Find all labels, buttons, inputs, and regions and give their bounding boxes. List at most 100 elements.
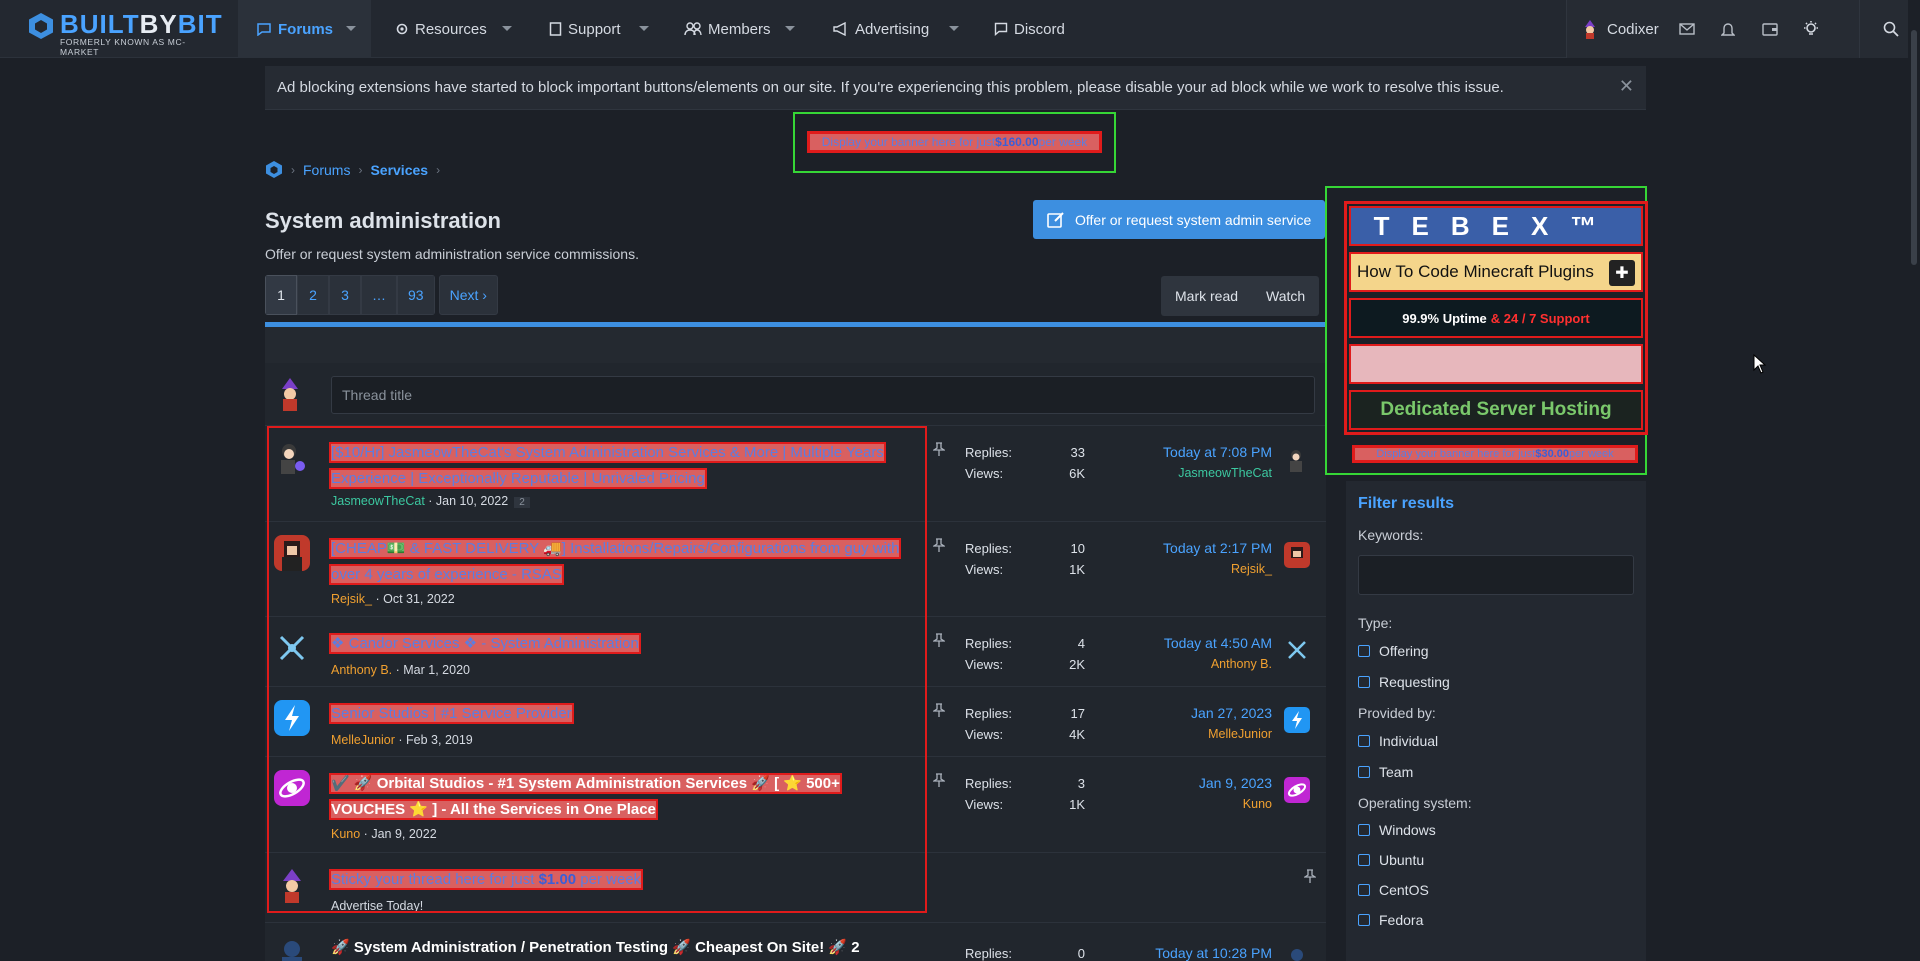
thread-author[interactable]: JasmeowTheCat	[331, 494, 425, 508]
site-logo[interactable]: BUILTBYBIT FORMERLY KNOWN AS MC-MARKET	[28, 10, 222, 57]
avatar	[283, 869, 301, 903]
envelope-icon[interactable]	[1679, 0, 1695, 58]
checkbox-individual[interactable]: Individual	[1358, 725, 1634, 756]
avatar	[1585, 20, 1595, 39]
dedicated-hosting-ad[interactable]: Dedicated Server Hosting	[1349, 390, 1643, 430]
wallet-icon[interactable]	[1762, 0, 1778, 58]
thread-row[interactable]: 🚀 System Administration / Penetration Te…	[265, 923, 1326, 961]
avatar[interactable]	[273, 438, 311, 476]
thread-row[interactable]: [$10/Hr] JasmeowTheCat's System Administ…	[265, 426, 1326, 522]
thread-title[interactable]: [CHEAP💵 & FAST DELIVERY 🚚] Installations…	[328, 538, 902, 585]
thread-author[interactable]: MelleJunior	[331, 733, 395, 747]
sidebar-banner-ad-text[interactable]: Display your banner here for just $30.00…	[1352, 445, 1638, 463]
thread-title[interactable]: [$10/Hr] JasmeowTheCat's System Administ…	[329, 442, 886, 489]
avatar[interactable]	[273, 935, 311, 961]
thread-row[interactable]: ✔️ 🚀 Orbital Studios - #1 System Adminis…	[265, 757, 1326, 853]
checkbox-fedora[interactable]: Fedora	[1358, 905, 1634, 935]
page-2[interactable]: 2	[297, 275, 329, 315]
next-page-button[interactable]: Next ›	[438, 275, 498, 315]
scrollbar-thumb[interactable]	[1911, 30, 1917, 265]
thread-author[interactable]: Anthony B.	[331, 663, 392, 677]
page-scrollbar[interactable]	[1908, 0, 1920, 961]
avatar[interactable]	[273, 699, 311, 737]
page-last[interactable]: 93	[397, 275, 435, 315]
nav-advertising[interactable]: Advertising	[833, 0, 959, 58]
keywords-input[interactable]	[1358, 555, 1634, 595]
sticky-ad-title[interactable]: Sticky your thread here for just $1.00 p…	[328, 869, 644, 890]
thread-title[interactable]: ✔️ 🚀 Orbital Studios - #1 System Adminis…	[329, 773, 842, 820]
thread-title[interactable]: ❖ Candor Services ❖ - System Administrat…	[329, 633, 641, 654]
thread-title[interactable]: 🚀 System Administration / Penetration Te…	[331, 939, 860, 956]
user-menu[interactable]: Codixer	[1581, 0, 1659, 58]
uptime-ad[interactable]: 99.9% Uptime & 24 / 7 Support	[1349, 298, 1643, 338]
chevron-down-icon[interactable]	[346, 26, 356, 31]
nav-members[interactable]: Members	[684, 0, 795, 58]
offer-request-button[interactable]: Offer or request system admin service	[1033, 200, 1325, 239]
avatar[interactable]	[273, 629, 311, 667]
thread-row[interactable]: ❖ Candor Services ❖ - System Administrat…	[265, 617, 1326, 687]
breadcrumb: › Forums › Services ›	[265, 160, 448, 179]
avatar[interactable]	[1284, 542, 1310, 568]
top-navigation: BUILTBYBIT FORMERLY KNOWN AS MC-MARKET F…	[0, 0, 1920, 58]
page-1[interactable]: 1	[265, 275, 297, 315]
avatar[interactable]	[1284, 945, 1310, 961]
last-post[interactable]: Jan 27, 2023 MelleJunior	[1191, 703, 1272, 745]
chevron-down-icon[interactable]	[639, 26, 649, 31]
breadcrumb-services[interactable]: Services	[370, 162, 428, 178]
thread-row[interactable]: [CHEAP💵 & FAST DELIVERY 🚚] Installations…	[265, 522, 1326, 617]
nav-discord[interactable]: Discord	[994, 0, 1065, 58]
thread-title[interactable]: Senior Studios | #1 Service Provider	[329, 703, 574, 724]
pin-icon	[933, 633, 945, 647]
avatar[interactable]	[1284, 777, 1310, 803]
sticky-ad-row[interactable]: Sticky your thread here for just $1.00 p…	[265, 853, 1326, 923]
breadcrumb-forums[interactable]: Forums	[303, 162, 350, 178]
checkbox-centos[interactable]: CentOS	[1358, 875, 1634, 905]
top-banner-ad-slot[interactable]: Display your banner here for just $160.0…	[793, 112, 1116, 173]
home-icon[interactable]	[265, 160, 283, 179]
checkbox-windows[interactable]: Windows	[1358, 815, 1634, 845]
banner-ad-text[interactable]: Display your banner here for just $160.0…	[807, 131, 1102, 153]
gear-icon	[396, 23, 408, 35]
thread-stats: Replies: 3 Views: 1K	[965, 776, 1085, 812]
mark-read-button[interactable]: Mark read	[1161, 276, 1252, 316]
advertise-today-link[interactable]: Advertise Today!	[331, 899, 423, 913]
quick-thread-row: Thread title	[265, 363, 1326, 426]
thread-author[interactable]: Rejsik_	[331, 592, 372, 606]
thread-title-input[interactable]: Thread title	[331, 376, 1315, 414]
sidebar-ad-slot[interactable]	[1349, 344, 1643, 384]
chevron-down-icon[interactable]	[502, 26, 512, 31]
lightbulb-icon[interactable]	[1802, 0, 1820, 58]
thread-meta: Anthony B. · Mar 1, 2020	[331, 663, 470, 677]
avatar[interactable]	[273, 534, 311, 572]
page-badge[interactable]: 2	[514, 497, 530, 508]
thread-author[interactable]: Kuno	[331, 827, 360, 841]
close-icon[interactable]: ✕	[1619, 76, 1634, 97]
last-post[interactable]: Today at 4:50 AM Anthony B.	[1164, 633, 1272, 675]
avatar[interactable]	[1284, 637, 1310, 663]
page-3[interactable]: 3	[329, 275, 361, 315]
nav-resources[interactable]: Resources	[395, 0, 512, 58]
avatar[interactable]	[1284, 707, 1310, 733]
last-post[interactable]: Jan 9, 2023 Kuno	[1199, 773, 1272, 815]
tebex-ad[interactable]: TEBEX™	[1349, 206, 1643, 246]
thread-row[interactable]: Senior Studios | #1 Service Provider Mel…	[265, 687, 1326, 757]
chevron-down-icon[interactable]	[949, 26, 959, 31]
minecraft-plugins-ad[interactable]: How To Code Minecraft Plugins ✚	[1349, 252, 1643, 292]
checkbox-ubuntu[interactable]: Ubuntu	[1358, 845, 1634, 875]
watch-button[interactable]: Watch	[1252, 276, 1319, 316]
checkbox-team[interactable]: Team	[1358, 756, 1634, 787]
last-post[interactable]: Today at 2:17 PM Rejsik_	[1163, 538, 1272, 580]
checkbox-requesting[interactable]: Requesting	[1358, 666, 1634, 697]
nav-forums[interactable]: Forums	[238, 0, 371, 58]
sidebar-ad-block: TEBEX™ How To Code Minecraft Plugins ✚ 99…	[1325, 186, 1648, 475]
last-post[interactable]: Today at 10:28 PM	[1155, 943, 1272, 961]
avatar[interactable]	[1284, 446, 1310, 472]
avatar[interactable]	[273, 769, 311, 807]
checkbox-offering[interactable]: Offering	[1358, 635, 1634, 666]
chevron-down-icon[interactable]	[785, 26, 795, 31]
nav-support[interactable]: Support	[549, 0, 649, 58]
last-post[interactable]: Today at 7:08 PM JasmeowTheCat	[1163, 442, 1272, 484]
page-ellipsis[interactable]: …	[361, 275, 397, 315]
mouse-cursor-icon	[1753, 354, 1767, 374]
bell-icon[interactable]	[1721, 0, 1735, 58]
